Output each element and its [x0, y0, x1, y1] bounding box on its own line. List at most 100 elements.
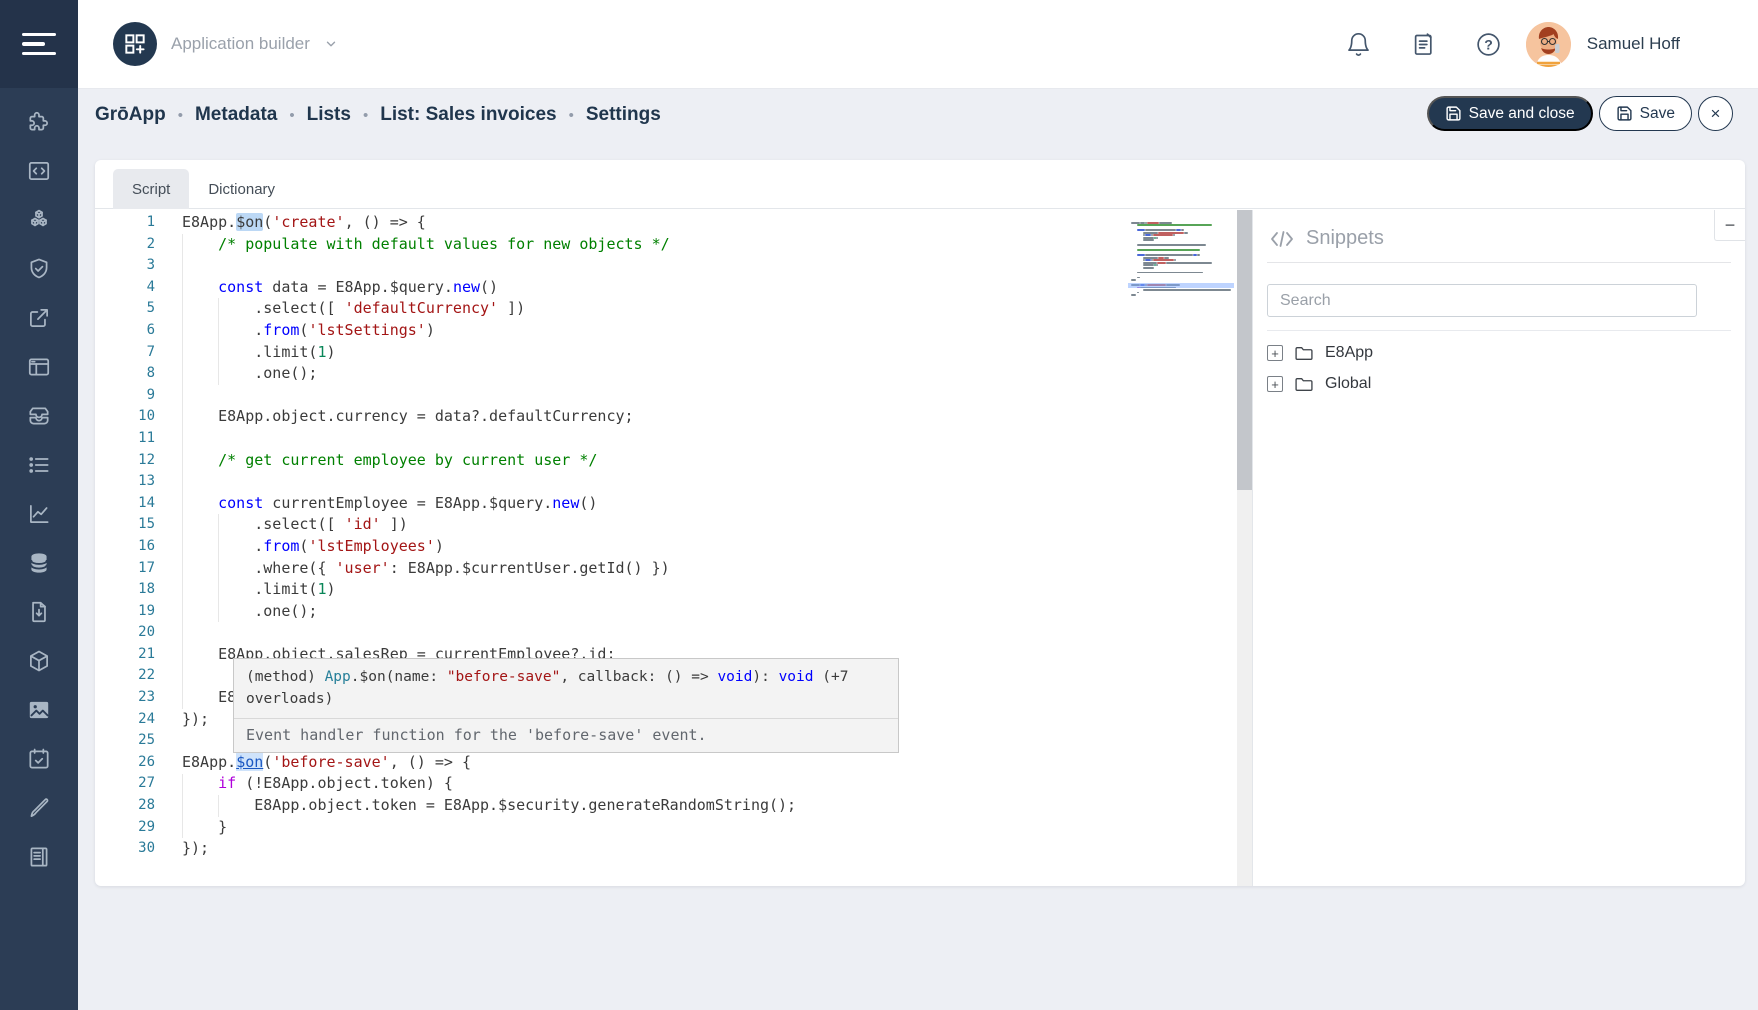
code-text[interactable]: .from('lstSettings') [182, 320, 435, 342]
line-number[interactable]: 22 [95, 665, 155, 687]
code-text[interactable]: if (!E8App.object.token) { [182, 773, 453, 795]
code-text[interactable]: E8 [182, 687, 236, 709]
snippets-search-input[interactable] [1267, 284, 1697, 317]
save-and-close-button[interactable]: Save and close [1427, 96, 1593, 131]
line-number[interactable]: 1 [95, 212, 155, 234]
line-number[interactable]: 30 [95, 838, 155, 860]
code-line[interactable]: 3 [95, 255, 1252, 277]
sidebar-item-chart-icon[interactable] [26, 501, 52, 527]
line-number[interactable]: 7 [95, 342, 155, 364]
line-number[interactable]: 5 [95, 298, 155, 320]
code-line[interactable]: 29 } [95, 817, 1252, 839]
sidebar-item-external-link-icon[interactable] [26, 305, 52, 331]
code-line[interactable]: 2 /* populate with default values for ne… [95, 234, 1252, 256]
line-number[interactable]: 16 [95, 536, 155, 558]
tab-dictionary[interactable]: Dictionary [189, 169, 294, 209]
sidebar-item-code-icon[interactable] [26, 158, 52, 184]
close-button[interactable]: × [1698, 96, 1733, 131]
code-text[interactable]: /* get current employee by current user … [182, 450, 597, 472]
code-text[interactable]: .where({ 'user': E8App.$currentUser.getI… [182, 558, 670, 580]
sidebar-item-database-icon[interactable] [26, 550, 52, 576]
breadcrumb-item[interactable]: Lists [307, 104, 351, 126]
breadcrumb-item[interactable]: Settings [586, 104, 661, 126]
save-button[interactable]: Save [1599, 96, 1692, 131]
line-number[interactable]: 14 [95, 493, 155, 515]
sidebar-item-brush-icon[interactable] [26, 795, 52, 821]
code-editor[interactable]: 1E8App.$on('create', () => {2 /* populat… [95, 210, 1253, 886]
line-number[interactable]: 24 [95, 709, 155, 731]
code-text[interactable]: } [182, 817, 227, 839]
code-text[interactable]: E8App.$on('before-save', () => { [182, 752, 471, 774]
code-line[interactable]: 1 E8App.$on('create', () => { [95, 212, 1252, 234]
code-line[interactable]: 18 .limit(1) [95, 579, 1252, 601]
sidebar-item-inbox-icon[interactable] [26, 403, 52, 429]
code-line[interactable]: 10 E8App.object.currency = data?.default… [95, 406, 1252, 428]
code-text[interactable]: .limit(1) [182, 342, 336, 364]
line-number[interactable]: 21 [95, 644, 155, 666]
menu-icon[interactable] [22, 33, 56, 55]
breadcrumb-item[interactable]: GrōApp [95, 104, 166, 126]
snippets-folder-e8app[interactable]: +E8App [1267, 344, 1731, 362]
code-line[interactable]: 26 E8App.$on('before-save', () => { [95, 752, 1252, 774]
line-number[interactable]: 2 [95, 234, 155, 256]
expand-icon[interactable]: + [1267, 345, 1283, 361]
expand-icon[interactable]: + [1267, 376, 1283, 392]
app-switcher[interactable]: Application builder [113, 22, 338, 66]
line-number[interactable]: 23 [95, 687, 155, 709]
line-number[interactable]: 25 [95, 730, 155, 752]
line-number[interactable]: 26 [95, 752, 155, 774]
line-number[interactable]: 12 [95, 450, 155, 472]
code-text[interactable]: .one(); [182, 363, 317, 385]
sidebar-item-shield-check-icon[interactable] [26, 256, 52, 282]
code-line[interactable]: 11 [95, 428, 1252, 450]
code-text[interactable]: .limit(1) [182, 579, 336, 601]
snippets-folder-global[interactable]: +Global [1267, 375, 1731, 393]
line-number[interactable]: 20 [95, 622, 155, 644]
code-text[interactable]: .from('lstEmployees') [182, 536, 444, 558]
code-line[interactable]: 27 if (!E8App.object.token) { [95, 773, 1252, 795]
user-avatar[interactable] [1526, 22, 1571, 67]
code-line[interactable]: 9 [95, 385, 1252, 407]
minimap[interactable] [1131, 222, 1231, 297]
tab-script[interactable]: Script [113, 169, 189, 209]
code-line[interactable]: 4 const data = E8App.$query.new() [95, 277, 1252, 299]
editor-scrollbar[interactable] [1237, 210, 1252, 886]
code-line[interactable]: 16 .from('lstEmployees') [95, 536, 1252, 558]
line-number[interactable]: 17 [95, 558, 155, 580]
line-number[interactable]: 10 [95, 406, 155, 428]
line-number[interactable]: 19 [95, 601, 155, 623]
line-number[interactable]: 29 [95, 817, 155, 839]
line-number[interactable]: 11 [95, 428, 155, 450]
sidebar-item-book-icon[interactable] [26, 844, 52, 870]
sidebar-item-file-download-icon[interactable] [26, 599, 52, 625]
code-line[interactable]: 20 [95, 622, 1252, 644]
line-number[interactable]: 8 [95, 363, 155, 385]
line-number[interactable]: 13 [95, 471, 155, 493]
code-line[interactable]: 8 .one(); [95, 363, 1252, 385]
code-text[interactable]: E8App.object.token = E8App.$security.gen… [182, 795, 796, 817]
line-number[interactable]: 4 [95, 277, 155, 299]
code-text[interactable]: E8App.object.currency = data?.defaultCur… [182, 406, 634, 428]
breadcrumb-item[interactable]: Metadata [195, 104, 277, 126]
sidebar-item-cubes-icon[interactable] [26, 207, 52, 233]
code-text[interactable]: const currentEmployee = E8App.$query.new… [182, 493, 597, 515]
scrollbar-thumb[interactable] [1237, 210, 1252, 490]
code-line[interactable]: 28 E8App.object.token = E8App.$security.… [95, 795, 1252, 817]
line-number[interactable]: 27 [95, 773, 155, 795]
breadcrumb-item[interactable]: List: Sales invoices [380, 104, 556, 126]
code-text[interactable]: E8App.$on('create', () => { [182, 212, 426, 234]
line-number[interactable]: 15 [95, 514, 155, 536]
line-number[interactable]: 18 [95, 579, 155, 601]
code-line[interactable]: 14 const currentEmployee = E8App.$query.… [95, 493, 1252, 515]
code-line[interactable]: 15 .select([ 'id' ]) [95, 514, 1252, 536]
sidebar-item-calendar-check-icon[interactable] [26, 746, 52, 772]
code-text[interactable]: }); [182, 838, 209, 860]
collapse-panel-button[interactable]: − [1714, 210, 1745, 241]
code-text[interactable]: .select([ 'defaultCurrency' ]) [182, 298, 525, 320]
help-icon[interactable]: ? [1475, 31, 1502, 58]
code-text[interactable]: /* populate with default values for new … [182, 234, 670, 256]
code-text[interactable]: }); [182, 709, 209, 731]
code-area[interactable]: 1E8App.$on('create', () => {2 /* populat… [95, 210, 1252, 860]
sidebar-item-cube-icon[interactable] [26, 648, 52, 674]
notifications-bell-icon[interactable] [1345, 31, 1372, 58]
